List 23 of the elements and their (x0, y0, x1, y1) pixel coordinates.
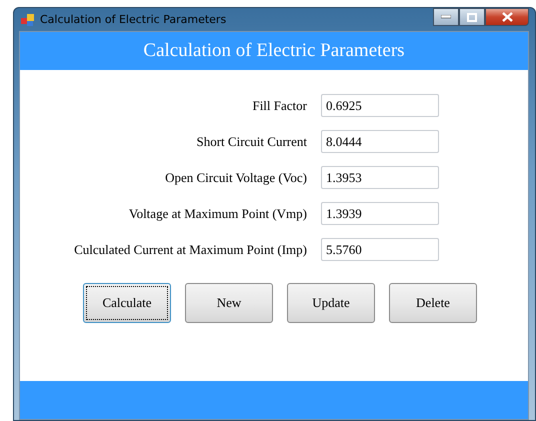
field-label: Culculated Current at Maximum Point (Imp) (73, 242, 307, 258)
maximize-button[interactable] (459, 8, 485, 26)
input-field[interactable]: 5.5760 (321, 238, 439, 261)
minimize-icon (441, 15, 451, 19)
minimize-button[interactable] (433, 8, 459, 26)
field-label: Short Circuit Current (196, 134, 307, 150)
input-field[interactable]: 8.0444 (321, 130, 439, 153)
action-button[interactable]: New (185, 283, 273, 323)
close-button[interactable] (485, 8, 529, 26)
input-field[interactable]: 1.3939 (321, 202, 439, 225)
input-field[interactable]: 0.6925 (321, 94, 439, 117)
app-icon (21, 14, 35, 26)
field-label: Open Circuit Voltage (Voc) (164, 170, 307, 186)
action-button[interactable]: Calculate (83, 283, 171, 323)
close-icon (502, 12, 512, 22)
action-button[interactable]: Update (287, 283, 375, 323)
input-field[interactable]: 1.3953 (321, 166, 439, 189)
window-title: Calculation of Electric Parameters (40, 13, 226, 26)
header-title: Calculation of Electric Parameters (20, 32, 528, 70)
field-label: Voltage at Maximum Point (Vmp) (128, 206, 307, 222)
field-label: Fill Factor (251, 98, 307, 114)
maximize-icon (467, 12, 477, 22)
action-button[interactable]: Delete (389, 283, 477, 323)
